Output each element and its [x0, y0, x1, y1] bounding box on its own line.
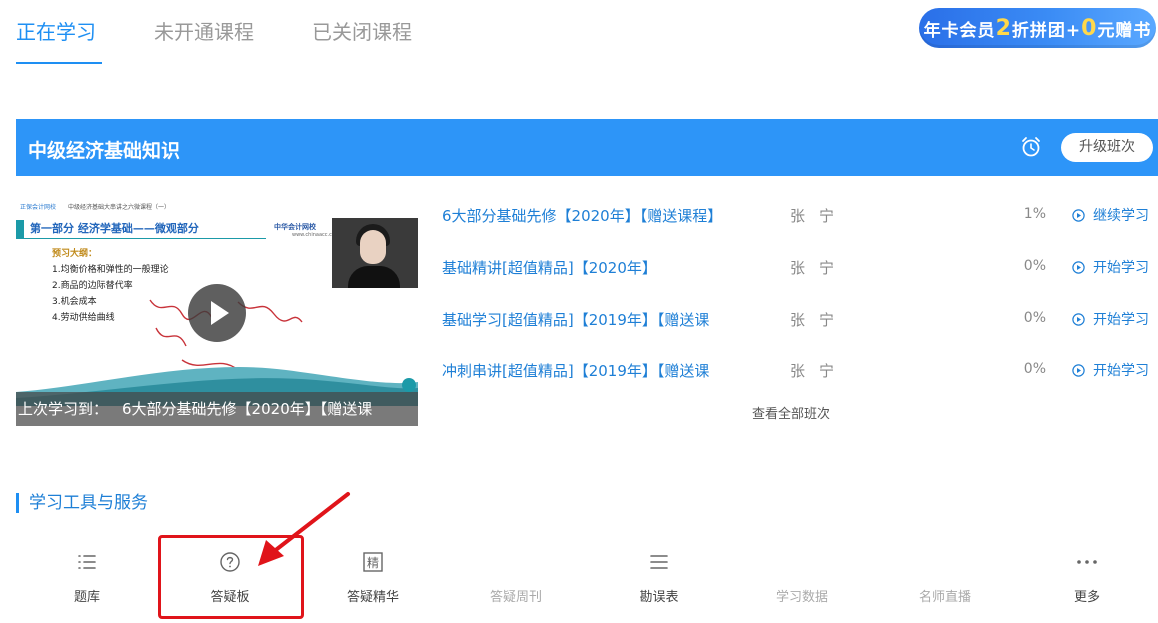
action-label: 继续学习 [1093, 208, 1149, 224]
slide-outline-item: 2.商品的边际替代率 [52, 281, 133, 291]
course-row: 6大部分基础先修【2020年】【赠送课程】 张宁 1% 继续学习 [442, 205, 1158, 229]
course-progress: 1% [1023, 206, 1046, 222]
course-progress: 0% [1023, 310, 1046, 326]
course-name-link[interactable]: 基础学习[超值精品]【2019年】【赠送课 [442, 309, 709, 330]
course-name-link[interactable]: 基础精讲[超值精品]【2020年】 [442, 257, 657, 278]
svg-text:精: 精 [367, 556, 379, 570]
action-label: 开始学习 [1093, 260, 1149, 276]
menu-lines-icon [650, 555, 668, 569]
weekly-icon [504, 550, 528, 574]
list-icon [78, 555, 96, 569]
services-title: 学习工具与服务 [16, 493, 148, 513]
slide-heading: 第一部分 经济学基础——微观部分 [16, 220, 266, 238]
service-label: 更多 [1073, 590, 1100, 605]
course-row: 冲刺串讲[超值精品]【2019年】【赠送课 张宁 0% 开始学习 [442, 360, 1158, 384]
service-question-bank[interactable]: 题库 [17, 550, 157, 610]
last-study-label: 上次学习到： [18, 400, 109, 418]
course-name-link[interactable]: 冲刺串讲[超值精品]【2019年】【赠送课 [442, 360, 709, 381]
play-circle-icon [1072, 260, 1085, 274]
service-label: 题库 [73, 590, 100, 605]
action-label: 开始学习 [1093, 363, 1149, 379]
continue-learning-button[interactable]: 继续学习 [1072, 205, 1149, 225]
alarm-clock-icon[interactable] [1021, 136, 1041, 158]
course-teacher: 张宁 [790, 362, 849, 380]
start-learning-button[interactable]: 开始学习 [1072, 257, 1149, 277]
course-row: 基础学习[超值精品]【2019年】【赠送课 张宁 0% 开始学习 [442, 309, 1158, 333]
more-dots-icon [1077, 560, 1097, 564]
last-study-banner[interactable]: 上次学习到： 6大部分基础先修【2020年】【赠送课 [16, 392, 418, 426]
live-icon [933, 550, 957, 574]
service-label: 答疑周刊 [489, 590, 542, 605]
play-button[interactable] [188, 284, 246, 342]
service-study-data[interactable]: 学习数据 [732, 550, 872, 610]
tab-studying[interactable]: 正在学习 [16, 0, 102, 64]
promo-text-1: 年卡会员 [923, 20, 996, 41]
teacher-camera [332, 218, 418, 288]
last-study-course: 6大部分基础先修【2020年】【赠送课 [122, 400, 373, 418]
tab-not-opened[interactable]: 未开通课程 [154, 0, 254, 64]
view-all-classes-link[interactable]: 查看全部班次 [752, 403, 830, 422]
data-icon [790, 550, 814, 574]
play-circle-icon [1072, 208, 1085, 222]
start-learning-button[interactable]: 开始学习 [1072, 309, 1149, 329]
course-row: 基础精讲[超值精品]【2020年】 张宁 0% 开始学习 [442, 257, 1158, 281]
service-errata[interactable]: 勘误表 [589, 550, 729, 610]
course-teacher: 张宁 [790, 207, 849, 225]
course-progress: 0% [1023, 258, 1046, 274]
upgrade-class-button[interactable]: 升级班次 [1061, 133, 1153, 162]
service-qa-weekly[interactable]: 答疑周刊 [446, 550, 586, 610]
service-label: 名师直播 [918, 590, 971, 605]
course-teacher: 张宁 [790, 311, 849, 329]
slide-outline-item: 4.劳动供给曲线 [52, 313, 115, 323]
course-status-tabs: 正在学习 未开通课程 已关闭课程 [16, 0, 470, 64]
promo-banner[interactable]: 年卡会员 2 折拼团+ 0 元赠书 [919, 8, 1156, 48]
service-more[interactable]: 更多 [1017, 550, 1157, 610]
course-progress: 0% [1023, 361, 1046, 377]
slide-logo: 正保会计网校 [20, 204, 57, 211]
arrow-annotation [258, 492, 350, 566]
play-circle-icon [1072, 312, 1085, 326]
essence-icon: 精 [363, 552, 383, 572]
tab-closed[interactable]: 已关闭课程 [312, 0, 412, 64]
slide-divider [16, 238, 266, 239]
course-header: 中级经济基础知识 升级班次 [16, 119, 1158, 176]
start-learning-button[interactable]: 开始学习 [1072, 360, 1149, 380]
slide-outline-item: 3.机会成本 [52, 297, 97, 307]
promo-text-2: 折拼团+ [1011, 20, 1082, 41]
slide-brand: 中华会计网校 [274, 223, 316, 231]
play-circle-icon [1072, 363, 1085, 377]
slide-subtitle: 中级经济基础大串讲之六微课程（一） [68, 204, 171, 211]
video-thumbnail[interactable]: 正保会计网校 中级经济基础大串讲之六微课程（一） 第一部分 经济学基础——微观部… [16, 196, 418, 426]
slide-outline-item: 1.均衡价格和弹性的一般理论 [52, 265, 169, 275]
promo-text-3: 元赠书 [1097, 20, 1152, 41]
slide-outline-title: 预习大纲： [52, 249, 98, 259]
service-label: 答疑精华 [346, 590, 399, 605]
service-live[interactable]: 名师直播 [875, 550, 1015, 610]
course-name-link[interactable]: 6大部分基础先修【2020年】【赠送课程】 [442, 205, 722, 226]
service-label: 勘误表 [639, 590, 679, 605]
course-teacher: 张宁 [790, 259, 849, 277]
course-title: 中级经济基础知识 [28, 140, 181, 162]
promo-number-2: 0 [1081, 15, 1098, 41]
service-label: 学习数据 [775, 590, 828, 605]
action-label: 开始学习 [1093, 312, 1149, 328]
promo-number-1: 2 [995, 15, 1012, 41]
fullscreen-icon[interactable] [402, 378, 416, 392]
